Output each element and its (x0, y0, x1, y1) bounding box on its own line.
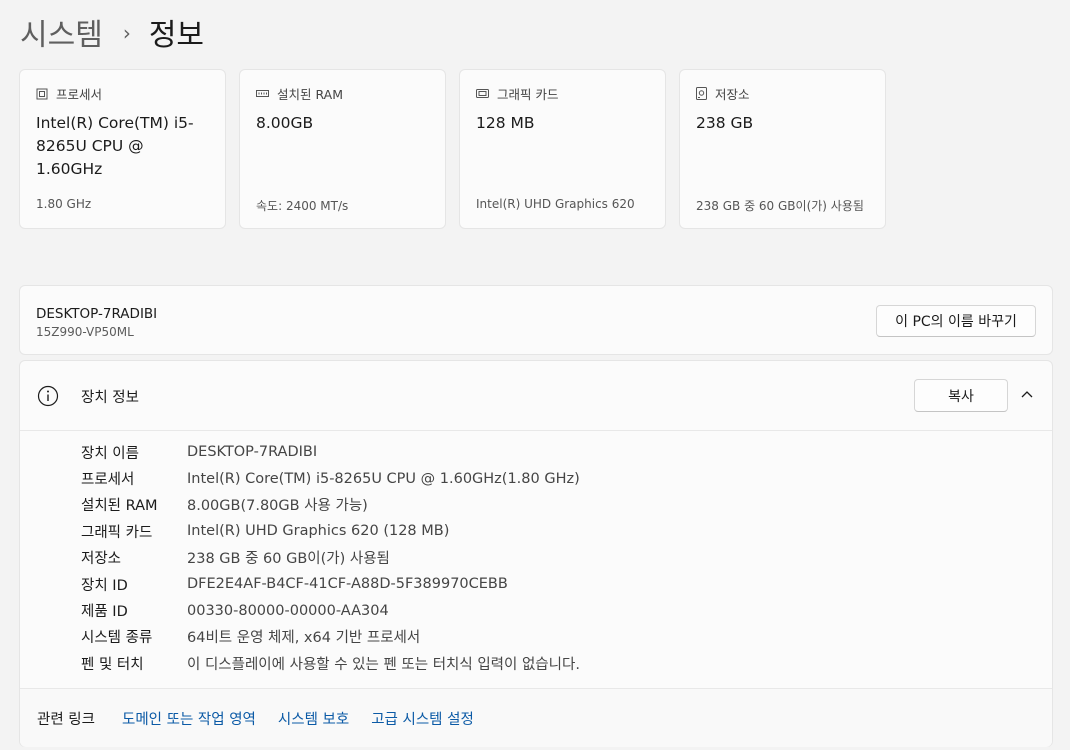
spec-value: 8.00GB(7.80GB 사용 가능) (187, 498, 368, 515)
processor-icon (36, 88, 48, 99)
spec-value: 00330-80000-00000-AA304 (187, 602, 389, 619)
spec-label: 장치 이름 (81, 445, 139, 462)
copy-button[interactable]: 복사 (914, 379, 1008, 412)
ram-card: 설치된 RAM 8.00GB 속도: 2400 MT/s (239, 69, 446, 229)
spec-value: Intel(R) UHD Graphics 620 (128 MB) (187, 523, 450, 540)
spec-row: 저장소 238 GB 중 60 GB이(가) 사용됨 (81, 545, 580, 571)
spec-value: DFE2E4AF-B4CF-41CF-A88D-5F389970CEBB (187, 576, 508, 593)
spec-label: 장치 ID (81, 577, 128, 594)
processor-card-value: Intel(R) Core(TM) i5-8265U CPU @ 1.60GHz (36, 114, 194, 178)
spec-label: 펜 및 터치 (81, 656, 144, 673)
breadcrumb-parent[interactable]: 시스템 (20, 10, 103, 54)
spec-row: 장치 ID DFE2E4AF-B4CF-41CF-A88D-5F389970CEB… (81, 571, 580, 597)
related-links-label: 관련 링크 (37, 712, 95, 728)
device-name-bar: DESKTOP-7RADIBI 15Z990-VP50ML 이 PC의 이름 바… (19, 285, 1053, 355)
spec-row: 그래픽 카드 Intel(R) UHD Graphics 620 (128 MB) (81, 518, 580, 544)
link-system-protection[interactable]: 시스템 보호 (278, 708, 349, 729)
processor-card-label: 프로세서 (56, 87, 103, 102)
link-advanced-system-settings[interactable]: 고급 시스템 설정 (371, 708, 474, 729)
graphics-card-value: 128 MB (476, 114, 535, 132)
storage-icon (696, 87, 707, 100)
spec-label: 제품 ID (81, 604, 128, 621)
spec-row: 시스템 종류 64비트 운영 체제, x64 기반 프로세서 (81, 624, 580, 650)
storage-card-label: 저장소 (715, 87, 750, 102)
ram-card-value: 8.00GB (256, 114, 314, 132)
graphics-card-label: 그래픽 카드 (497, 87, 559, 102)
device-info-panel: 장치 정보 복사 장치 이름 DESKTOP-7RADIBI 프로세서 Intel(… (19, 360, 1053, 747)
spec-row: 프로세서 Intel(R) Core(TM) i5-8265U CPU @ 1.6… (81, 465, 580, 491)
storage-card: 저장소 238 GB 238 GB 중 60 GB이(가) 사용됨 (679, 69, 886, 229)
spec-cards: 프로세서 Intel(R) Core(TM) i5-8265U CPU @ 1.… (19, 69, 886, 229)
spec-row: 제품 ID 00330-80000-00000-AA304 (81, 597, 580, 623)
rename-pc-button[interactable]: 이 PC의 이름 바꾸기 (876, 305, 1036, 337)
device-model: 15Z990-VP50ML (36, 325, 134, 339)
graphics-card-icon (476, 89, 489, 98)
graphics-card: 그래픽 카드 128 MB Intel(R) UHD Graphics 620 (459, 69, 666, 229)
spec-label: 그래픽 카드 (81, 524, 153, 541)
link-domain-workgroup[interactable]: 도메인 또는 작업 영역 (122, 708, 256, 729)
spec-value: 64비트 운영 체제, x64 기반 프로세서 (187, 630, 421, 647)
breadcrumb: 시스템 › 정보 (20, 8, 204, 56)
spec-label: 설치된 RAM (81, 498, 158, 515)
page-title: 정보 (148, 18, 205, 53)
info-icon (37, 385, 59, 407)
processor-card: 프로세서 Intel(R) Core(TM) i5-8265U CPU @ 1.… (19, 69, 226, 229)
spec-row: 펜 및 터치 이 디스플레이에 사용할 수 있는 펜 또는 터치식 입력이 없습니… (81, 650, 580, 676)
ram-card-sub: 속도: 2400 MT/s (256, 199, 349, 213)
device-info-title: 장치 정보 (81, 390, 139, 406)
storage-card-value: 238 GB (696, 114, 754, 132)
spec-value: 이 디스플레이에 사용할 수 있는 펜 또는 터치식 입력이 없습니다. (187, 656, 580, 673)
graphics-card-sub: Intel(R) UHD Graphics 620 (476, 197, 635, 211)
device-spec-list: 장치 이름 DESKTOP-7RADIBI 프로세서 Intel(R) Core(T… (81, 439, 580, 677)
processor-card-sub: 1.80 GHz (36, 197, 92, 211)
spec-label: 시스템 종류 (81, 630, 153, 647)
spec-value: 238 GB 중 60 GB이(가) 사용됨 (187, 551, 390, 568)
spec-value: DESKTOP-7RADIBI (187, 444, 318, 461)
spec-label: 저장소 (81, 551, 122, 568)
chevron-up-icon[interactable] (1020, 389, 1034, 399)
spec-value: Intel(R) Core(TM) i5-8265U CPU @ 1.60GHz… (187, 470, 580, 487)
breadcrumb-separator: › (122, 21, 131, 45)
storage-card-sub: 238 GB 중 60 GB이(가) 사용됨 (696, 199, 864, 213)
device-info-header[interactable]: 장치 정보 복사 (20, 361, 1052, 431)
ram-card-label: 설치된 RAM (277, 87, 343, 102)
spec-row: 설치된 RAM 8.00GB(7.80GB 사용 가능) (81, 492, 580, 518)
related-links-bar: 관련 링크 도메인 또는 작업 영역 시스템 보호 고급 시스템 설정 (20, 688, 1052, 747)
spec-label: 프로세서 (81, 472, 135, 489)
ram-icon (256, 89, 269, 97)
spec-row: 장치 이름 DESKTOP-7RADIBI (81, 439, 580, 465)
device-name: DESKTOP-7RADIBI (36, 306, 158, 322)
